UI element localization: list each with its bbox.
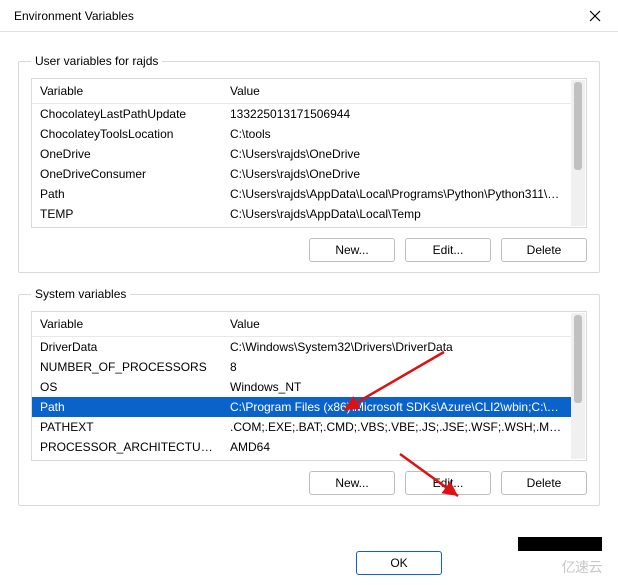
window-title: Environment Variables: [14, 9, 134, 23]
var-value-cell: C:\tools: [222, 124, 572, 144]
var-value-cell: C:\Users\rajds\OneDrive: [222, 144, 572, 164]
system-variables-group: System variables Variable Value DriverDa…: [18, 287, 600, 506]
var-value-cell: C:\Users\rajds\OneDrive: [222, 164, 572, 184]
user-col-value[interactable]: Value: [222, 79, 572, 104]
var-name-cell: OneDrive: [32, 144, 222, 164]
var-value-cell: C:\Users\raids\AppData\Local\Temp: [222, 224, 572, 228]
user-col-variable[interactable]: Variable: [32, 79, 222, 104]
titlebar: Environment Variables: [0, 0, 618, 32]
var-value-cell: .COM;.EXE;.BAT;.CMD;.VBS;.VBE;.JS;.JSE;.…: [222, 417, 572, 437]
system-edit-button[interactable]: Edit...: [405, 471, 491, 495]
table-row[interactable]: PathC:\Users\rajds\AppData\Local\Program…: [32, 184, 572, 204]
var-name-cell: PROCESSOR_IDENTIFIER: [32, 457, 222, 461]
user-buttons: New... Edit... Delete: [31, 238, 587, 262]
var-name-cell: OS: [32, 377, 222, 397]
table-row[interactable]: TEMPC:\Users\rajds\AppData\Local\Temp: [32, 204, 572, 224]
user-vars-table-wrap: Variable Value ChocolateyLastPathUpdate1…: [31, 78, 587, 228]
watermark-text: 亿速云: [562, 557, 603, 577]
system-col-value[interactable]: Value: [222, 312, 572, 337]
var-value-cell: Windows_NT: [222, 377, 572, 397]
var-value-cell: C:\Users\rajds\AppData\Local\Programs\Py…: [222, 184, 572, 204]
system-delete-button[interactable]: Delete: [501, 471, 587, 495]
table-row[interactable]: ChocolateyToolsLocationC:\tools: [32, 124, 572, 144]
table-row[interactable]: ChocolateyLastPathUpdate1332250131715069…: [32, 104, 572, 125]
table-row[interactable]: NUMBER_OF_PROCESSORS8: [32, 357, 572, 377]
var-name-cell: Path: [32, 397, 222, 417]
var-name-cell: PROCESSOR_ARCHITECTURE: [32, 437, 222, 457]
table-row[interactable]: PROCESSOR_ARCHITECTUREAMD64: [32, 437, 572, 457]
var-name-cell: PATHEXT: [32, 417, 222, 437]
var-name-cell: Path: [32, 184, 222, 204]
system-variables-legend: System variables: [31, 287, 130, 301]
table-row[interactable]: DriverDataC:\Windows\System32\Drivers\Dr…: [32, 337, 572, 358]
system-col-variable[interactable]: Variable: [32, 312, 222, 337]
var-name-cell: TMP: [32, 224, 222, 228]
system-new-button[interactable]: New...: [309, 471, 395, 495]
user-variables-legend: User variables for rajds: [31, 54, 162, 68]
system-scrollbar[interactable]: [571, 313, 585, 459]
var-name-cell: TEMP: [32, 204, 222, 224]
user-delete-button[interactable]: Delete: [501, 238, 587, 262]
watermark-block: [518, 537, 602, 551]
var-name-cell: DriverData: [32, 337, 222, 358]
user-vars-table[interactable]: Variable Value ChocolateyLastPathUpdate1…: [32, 79, 572, 228]
user-edit-button[interactable]: Edit...: [405, 238, 491, 262]
var-name-cell: ChocolateyLastPathUpdate: [32, 104, 222, 125]
table-row[interactable]: PROCESSOR_IDENTIFIERIntel64 Family 6 Mod…: [32, 457, 572, 461]
system-buttons: New... Edit... Delete: [31, 471, 587, 495]
user-variables-group: User variables for rajds Variable Value …: [18, 54, 600, 273]
var-value-cell: C:\Program Files (x86)\Microsoft SDKs\Az…: [222, 397, 572, 417]
close-icon[interactable]: [586, 7, 604, 25]
user-scrollbar[interactable]: [571, 80, 585, 226]
table-row[interactable]: TMPC:\Users\raids\AppData\Local\Temp: [32, 224, 572, 228]
dialog-content: User variables for rajds Variable Value …: [0, 32, 618, 506]
table-row[interactable]: OSWindows_NT: [32, 377, 572, 397]
var-value-cell: C:\Windows\System32\Drivers\DriverData: [222, 337, 572, 358]
var-value-cell: Intel64 Family 6 Model 58 Stepping 9, Ge…: [222, 457, 572, 461]
user-new-button[interactable]: New...: [309, 238, 395, 262]
table-row[interactable]: PathC:\Program Files (x86)\Microsoft SDK…: [32, 397, 572, 417]
table-row[interactable]: PATHEXT.COM;.EXE;.BAT;.CMD;.VBS;.VBE;.JS…: [32, 417, 572, 437]
table-row[interactable]: OneDriveConsumerC:\Users\rajds\OneDrive: [32, 164, 572, 184]
var-name-cell: NUMBER_OF_PROCESSORS: [32, 357, 222, 377]
var-value-cell: AMD64: [222, 437, 572, 457]
var-value-cell: 8: [222, 357, 572, 377]
system-vars-table-wrap: Variable Value DriverDataC:\Windows\Syst…: [31, 311, 587, 461]
dialog-button-bar: OK Cancel: [356, 551, 538, 575]
table-row[interactable]: OneDriveC:\Users\rajds\OneDrive: [32, 144, 572, 164]
var-name-cell: ChocolateyToolsLocation: [32, 124, 222, 144]
system-vars-table[interactable]: Variable Value DriverDataC:\Windows\Syst…: [32, 312, 572, 461]
ok-button[interactable]: OK: [356, 551, 442, 575]
var-name-cell: OneDriveConsumer: [32, 164, 222, 184]
var-value-cell: C:\Users\rajds\AppData\Local\Temp: [222, 204, 572, 224]
var-value-cell: 133225013171506944: [222, 104, 572, 125]
